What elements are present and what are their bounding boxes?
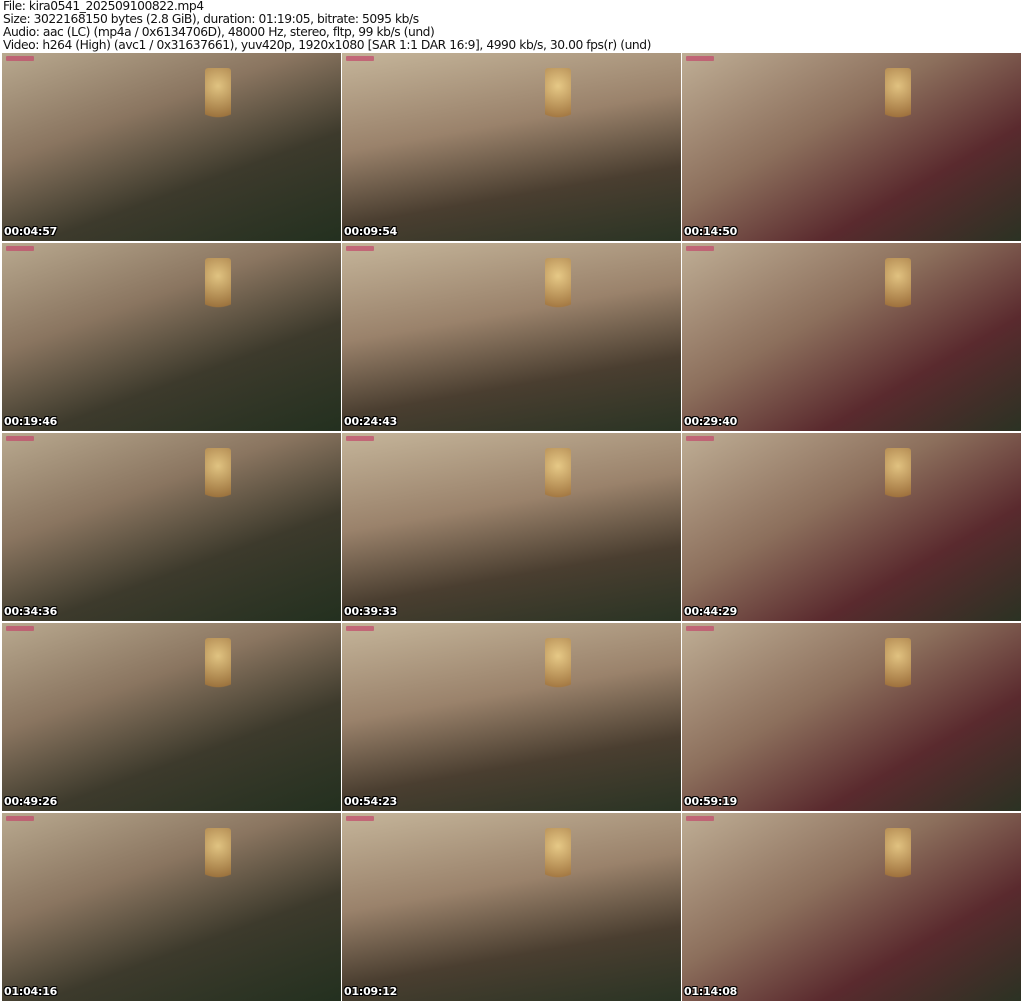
thumbnail-timestamp: 01:04:16 — [4, 985, 58, 998]
video-thumbnail: 00:09:54 — [342, 53, 681, 241]
lamp-shape — [205, 448, 232, 509]
video-thumbnail: 01:04:16 — [2, 813, 341, 1001]
watermark-badge — [346, 816, 374, 821]
thumbnail-timestamp: 00:14:50 — [684, 225, 738, 238]
file-info-header: File: kira0541_202509100822.mp4 Size: 30… — [3, 0, 651, 52]
video-thumbnail: 00:59:19 — [682, 623, 1021, 811]
lamp-shape — [885, 828, 912, 889]
video-thumbnail: 00:24:43 — [342, 243, 681, 431]
thumbnail-timestamp: 00:04:57 — [4, 225, 58, 238]
lamp-shape — [205, 68, 232, 129]
video-thumbnail: 01:14:08 — [682, 813, 1021, 1001]
lamp-shape — [205, 638, 232, 699]
thumbnail-timestamp: 00:39:33 — [344, 605, 398, 618]
thumbnail-timestamp: 00:54:23 — [344, 795, 398, 808]
lamp-shape — [885, 448, 912, 509]
lamp-shape — [545, 448, 572, 509]
thumbnail-timestamp: 00:34:36 — [4, 605, 58, 618]
video-thumbnail: 00:14:50 — [682, 53, 1021, 241]
watermark-badge — [346, 436, 374, 441]
thumbnail-timestamp: 01:14:08 — [684, 985, 738, 998]
video-thumbnail: 00:44:29 — [682, 433, 1021, 621]
video-thumbnail: 00:04:57 — [2, 53, 341, 241]
video-thumbnail: 00:49:26 — [2, 623, 341, 811]
lamp-shape — [885, 258, 912, 319]
watermark-badge — [346, 626, 374, 631]
watermark-badge — [686, 246, 714, 251]
lamp-shape — [205, 258, 232, 319]
lamp-shape — [885, 68, 912, 129]
watermark-badge — [6, 626, 34, 631]
watermark-badge — [6, 56, 34, 61]
thumbnail-grid: 00:04:57 00:09:54 00:14:50 00:19:46 00:24:43… — [2, 53, 1021, 1001]
watermark-badge — [686, 436, 714, 441]
watermark-badge — [6, 246, 34, 251]
lamp-shape — [545, 258, 572, 319]
video-info: Video: h264 (High) (avc1 / 0x31637661), … — [3, 38, 651, 52]
lamp-shape — [885, 638, 912, 699]
video-thumbnail: 00:54:23 — [342, 623, 681, 811]
thumbnail-timestamp: 01:09:12 — [344, 985, 398, 998]
video-thumbnail: 00:34:36 — [2, 433, 341, 621]
watermark-badge — [6, 816, 34, 821]
watermark-badge — [6, 436, 34, 441]
watermark-badge — [686, 626, 714, 631]
video-thumbnail: 00:19:46 — [2, 243, 341, 431]
lamp-shape — [545, 828, 572, 889]
thumbnail-timestamp: 00:09:54 — [344, 225, 398, 238]
video-thumbnail: 01:09:12 — [342, 813, 681, 1001]
thumbnail-timestamp: 00:49:26 — [4, 795, 58, 808]
lamp-shape — [545, 638, 572, 699]
video-thumbnail: 00:39:33 — [342, 433, 681, 621]
watermark-badge — [346, 246, 374, 251]
watermark-badge — [346, 56, 374, 61]
thumbnail-timestamp: 00:24:43 — [344, 415, 398, 428]
watermark-badge — [686, 56, 714, 61]
video-thumbnail: 00:29:40 — [682, 243, 1021, 431]
lamp-shape — [205, 828, 232, 889]
lamp-shape — [545, 68, 572, 129]
thumbnail-timestamp: 00:29:40 — [684, 415, 738, 428]
watermark-badge — [686, 816, 714, 821]
thumbnail-timestamp: 00:44:29 — [684, 605, 738, 618]
thumbnail-timestamp: 00:59:19 — [684, 795, 738, 808]
thumbnail-timestamp: 00:19:46 — [4, 415, 58, 428]
